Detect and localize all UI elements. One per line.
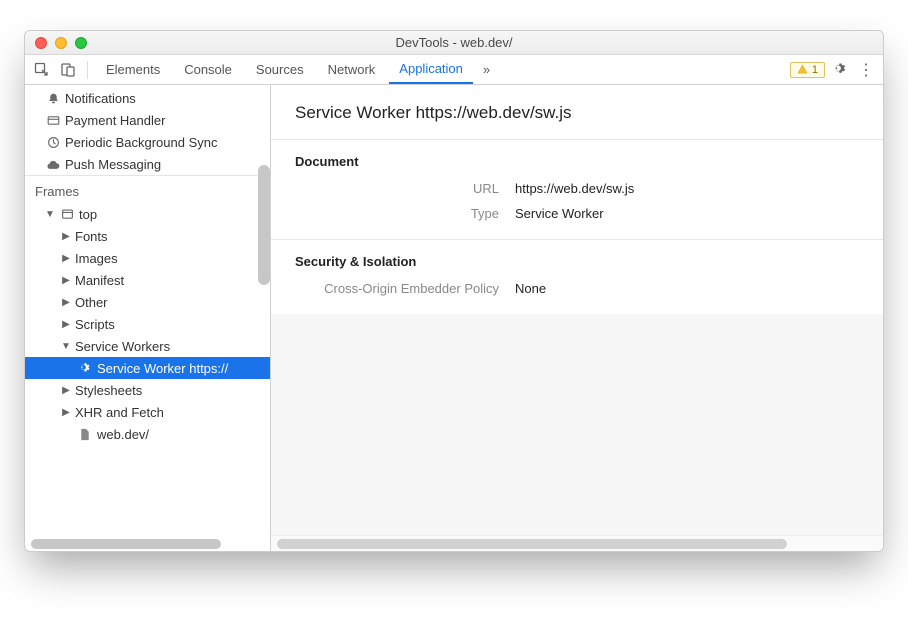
tree-item-other[interactable]: ▶ Other	[25, 291, 270, 313]
sidebar-item-periodic-sync[interactable]: Periodic Background Sync	[25, 131, 270, 153]
devtools-toolbar: Elements Console Sources Network Applica…	[25, 55, 883, 85]
device-toolbar-icon[interactable]	[57, 59, 79, 81]
chevron-right-icon: ▶	[61, 297, 71, 308]
tree-label: XHR and Fetch	[75, 405, 164, 420]
tree-label: Other	[75, 295, 108, 310]
coep-value: None	[515, 281, 546, 296]
tab-network[interactable]: Network	[318, 55, 386, 84]
sidebar-label: Notifications	[65, 91, 136, 106]
tabs-overflow[interactable]: »	[477, 55, 496, 84]
type-value: Service Worker	[515, 206, 604, 221]
window-title: DevTools - web.dev/	[25, 35, 883, 50]
chevron-right-icon: ▶	[61, 275, 71, 286]
tree-item-stylesheets[interactable]: ▶ Stylesheets	[25, 379, 270, 401]
tree-item-manifest[interactable]: ▶ Manifest	[25, 269, 270, 291]
sidebar-label: Push Messaging	[65, 157, 161, 172]
chevron-right-icon: ▶	[61, 407, 71, 418]
tree-label: Fonts	[75, 229, 108, 244]
chevron-down-icon: ▼	[61, 341, 71, 352]
detail-title: Service Worker https://web.dev/sw.js	[271, 85, 883, 139]
document-icon	[77, 428, 93, 441]
gear-icon	[77, 362, 93, 375]
chevron-right-icon: ▶	[61, 385, 71, 396]
row-type: Type Service Worker	[295, 206, 859, 221]
warning-count: 1	[812, 64, 818, 76]
frame-detail-panel: Service Worker https://web.dev/sw.js Doc…	[271, 85, 883, 551]
devtools-window: DevTools - web.dev/ Elements Console Sou…	[24, 30, 884, 552]
sidebar-scrollbar[interactable]	[258, 165, 270, 285]
main-horizontal-scrollbar[interactable]	[271, 535, 883, 551]
tree-item-fonts[interactable]: ▶ Fonts	[25, 225, 270, 247]
tree-item-xhr[interactable]: ▶ XHR and Fetch	[25, 401, 270, 423]
sidebar-item-push[interactable]: Push Messaging	[25, 153, 270, 175]
tree-item-scripts[interactable]: ▶ Scripts	[25, 313, 270, 335]
content-area: Notifications Payment Handler Periodic B…	[25, 85, 883, 551]
card-icon	[45, 114, 61, 127]
tree-item-document[interactable]: web.dev/	[25, 423, 270, 445]
bell-icon	[45, 92, 61, 105]
more-menu-icon[interactable]: ⋮	[855, 59, 877, 81]
tree-label: Scripts	[75, 317, 115, 332]
tree-label: Service Worker https://	[97, 361, 228, 376]
tree-label: Manifest	[75, 273, 124, 288]
tab-sources[interactable]: Sources	[246, 55, 314, 84]
sidebar-item-payment[interactable]: Payment Handler	[25, 109, 270, 131]
type-label: Type	[295, 206, 515, 221]
inspect-element-icon[interactable]	[31, 59, 53, 81]
clock-icon	[45, 136, 61, 149]
cloud-icon	[45, 158, 61, 171]
tree-item-service-worker-entry[interactable]: Service Worker https://	[25, 357, 270, 379]
chevron-right-icon: ▶	[61, 231, 71, 242]
tree-label: Images	[75, 251, 118, 266]
settings-gear-icon[interactable]	[829, 59, 851, 81]
document-section: Document URL https://web.dev/sw.js Type …	[271, 139, 883, 239]
tab-elements[interactable]: Elements	[96, 55, 170, 84]
row-url: URL https://web.dev/sw.js	[295, 181, 859, 196]
chevron-right-icon: ▶	[61, 253, 71, 264]
tree-item-top[interactable]: ▼ top	[25, 203, 270, 225]
sidebar-item-notifications[interactable]: Notifications	[25, 87, 270, 109]
coep-label: Cross-Origin Embedder Policy	[295, 281, 515, 296]
section-heading: Document	[295, 154, 859, 169]
sidebar-label: Payment Handler	[65, 113, 165, 128]
security-section: Security & Isolation Cross-Origin Embedd…	[271, 239, 883, 314]
tree-label: Stylesheets	[75, 383, 142, 398]
url-value: https://web.dev/sw.js	[515, 181, 634, 196]
frames-section-header: Frames	[25, 175, 270, 203]
sidebar-horizontal-scrollbar[interactable]	[25, 537, 270, 551]
sidebar-label: Periodic Background Sync	[65, 135, 217, 150]
chevron-right-icon: ▶	[61, 319, 71, 330]
tab-application[interactable]: Application	[389, 55, 473, 84]
frame-icon	[59, 208, 75, 221]
tree-label: web.dev/	[97, 427, 149, 442]
url-label: URL	[295, 181, 515, 196]
application-sidebar: Notifications Payment Handler Periodic B…	[25, 85, 271, 551]
tab-console[interactable]: Console	[174, 55, 242, 84]
warnings-badge[interactable]: 1	[790, 62, 825, 78]
sidebar-tree: Notifications Payment Handler Periodic B…	[25, 85, 270, 537]
section-heading: Security & Isolation	[295, 254, 859, 269]
tree-item-images[interactable]: ▶ Images	[25, 247, 270, 269]
chevron-down-icon: ▼	[45, 209, 55, 220]
tree-label: Service Workers	[75, 339, 170, 354]
tree-item-service-workers[interactable]: ▼ Service Workers	[25, 335, 270, 357]
titlebar: DevTools - web.dev/	[25, 31, 883, 55]
row-coep: Cross-Origin Embedder Policy None	[295, 281, 859, 296]
tree-label: top	[79, 207, 97, 222]
